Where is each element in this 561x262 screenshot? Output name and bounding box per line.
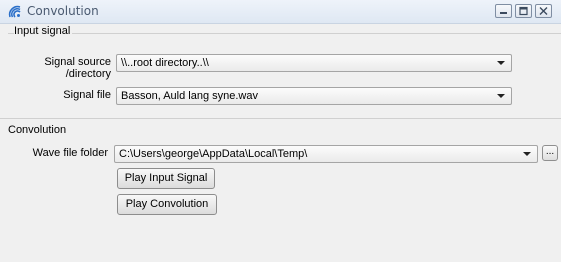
browse-folder-button[interactable]: ... xyxy=(542,145,558,161)
convolution-wave-icon xyxy=(7,4,23,20)
wave-folder-combobox[interactable]: C:\Users\george\AppData\Local\Temp\ xyxy=(114,145,538,163)
chevron-down-icon xyxy=(523,152,531,156)
convolution-group-separator xyxy=(0,118,561,119)
wave-folder-value: C:\Users\george\AppData\Local\Temp\ xyxy=(119,148,308,160)
signal-source-value: \\..root directory..\\ xyxy=(121,57,209,69)
input-signal-group-frame xyxy=(8,33,561,34)
close-button[interactable] xyxy=(535,4,552,18)
minimize-icon xyxy=(500,12,507,14)
wave-folder-label: Wave file folder xyxy=(32,147,108,159)
close-icon xyxy=(539,7,548,15)
maximize-icon xyxy=(519,6,528,16)
title-bar[interactable]: Convolution xyxy=(0,0,561,24)
chevron-down-icon xyxy=(497,61,505,65)
signal-source-combobox[interactable]: \\..root directory..\\ xyxy=(116,54,512,72)
window-title: Convolution xyxy=(27,4,99,18)
input-signal-group-label: Input signal xyxy=(14,25,73,37)
play-convolution-button[interactable]: Play Convolution xyxy=(117,194,217,215)
signal-file-combobox[interactable]: Basson, Auld lang syne.wav xyxy=(116,87,512,105)
convolution-window: Convolution Input signal Signal source /… xyxy=(0,0,561,262)
minimize-button[interactable] xyxy=(495,4,512,18)
chevron-down-icon xyxy=(497,94,505,98)
signal-file-value: Basson, Auld lang syne.wav xyxy=(121,90,258,102)
signal-source-label: Signal source /directory xyxy=(44,56,111,80)
maximize-button[interactable] xyxy=(515,4,532,18)
convolution-group-label: Convolution xyxy=(8,124,69,136)
signal-file-label: Signal file xyxy=(63,89,111,101)
play-input-signal-button[interactable]: Play Input Signal xyxy=(117,168,215,189)
